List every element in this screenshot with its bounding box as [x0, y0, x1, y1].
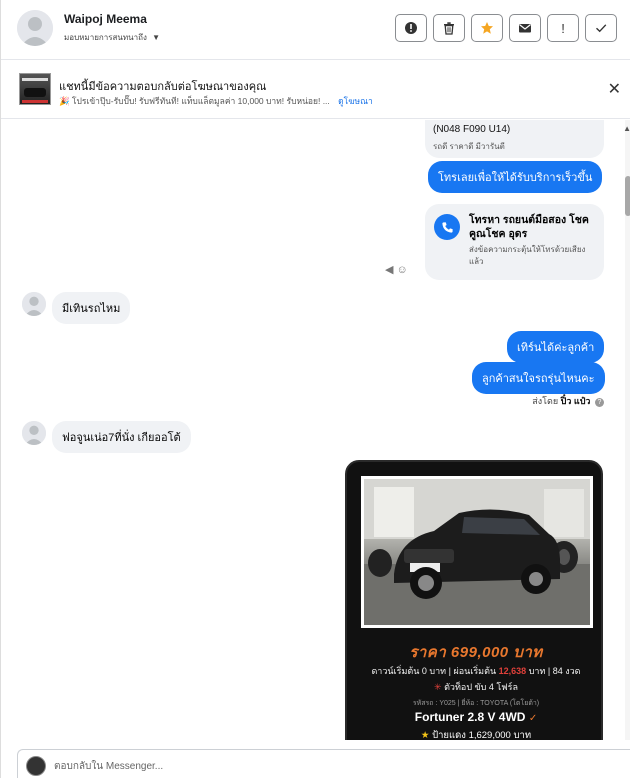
page-avatar [26, 756, 46, 776]
conversation-header: Waipoj Meema มอบหมายการสนทนาถึง ▼ ! [1, 0, 630, 60]
trash-icon [444, 22, 454, 35]
assign-conversation-dropdown[interactable]: มอบหมายการสนทนาถึง ▼ [64, 31, 160, 44]
report-spam-button[interactable] [395, 14, 427, 42]
mark-done-button[interactable] [585, 14, 617, 42]
message-bubble-outgoing[interactable]: โทรเลยเพื่อให้ได้รับบริการเร็วขึ้น [428, 161, 603, 193]
car-photo [361, 476, 593, 628]
call-card-subtitle: ส่งข้อความกระตุ้นให้โทรด้วยเสียงแล้ว [469, 245, 586, 266]
sent-by-name: ปิ๋ว แป๋ว [560, 396, 591, 406]
ad-context-banner: แชทนี้มีข้อความตอบกลับต่อโฆษณาของคุณ 🎉 โ… [1, 61, 630, 119]
sent-by-prefix: ส่งโดย [532, 396, 559, 406]
ad-thumbnail[interactable] [19, 73, 51, 105]
scrollbar-thumb[interactable] [625, 176, 630, 216]
header-actions: ! [395, 14, 617, 42]
product-meta: รหัสรถ : Y025 | ยี่ห้อ : TOYOTA (โตโยต้า… [412, 700, 540, 707]
star-button[interactable] [471, 14, 503, 42]
product-price: ราคา 699,000 บาท [409, 644, 543, 661]
asterisk-icon: ✳ [434, 682, 442, 692]
chevron-down-icon: ▼ [152, 33, 161, 42]
product-plate-price: ★ ป้ายแดง 1,629,000 บาท [347, 728, 605, 740]
reply-input[interactable] [54, 758, 454, 774]
emoji-reaction-icon[interactable]: ☺ [397, 264, 408, 276]
message-composer [1, 741, 630, 778]
message-bubble-outgoing[interactable]: ลูกค้าสนใจรถรุ่นไหนคะ [472, 362, 605, 394]
exclamation-icon: ! [561, 20, 565, 36]
finance-line: ดาวน์เริ่มต้น 0 บาท | ผ่อนเริ่มต้น 12,63… [347, 664, 605, 678]
contact-avatar[interactable] [17, 10, 53, 46]
ad-reply-card: (N048 F090 U14) รถดี ราคาดี มีวารันตี [425, 120, 604, 158]
message-bubble-incoming[interactable]: ฟอจูนเน่อ7ที่นั่ง เกียออโต้ [52, 421, 191, 453]
check-icon [596, 24, 607, 33]
scrollbar[interactable]: ▲ [623, 120, 630, 740]
envelope-icon [519, 24, 531, 33]
assign-label: มอบหมายการสนทนาถึง [64, 33, 147, 42]
product-image-message[interactable]: ราคา 699,000 บาท ดาวน์เริ่มต้น 0 บาท | ผ… [345, 460, 603, 740]
feature-line: ✳ ตัวท็อป ขับ 4 โฟร์ล [347, 680, 605, 694]
delete-button[interactable] [433, 14, 465, 42]
feature-text: ตัวท็อป ขับ 4 โฟร์ล [444, 682, 518, 692]
ad-banner-description: 🎉 โปรเข้าปุ๊บ-รับปั๊บ! รับฟรีทันที! แท็บ… [59, 94, 373, 108]
call-card-title: โทรหา รถยนต์มือสอง โชคคูณโชค อุดร [469, 214, 589, 240]
phone-icon [434, 214, 460, 240]
star-icon [481, 22, 493, 34]
help-icon[interactable]: ? [595, 398, 604, 407]
plate-price-text: ป้ายแดง 1,629,000 บาท [432, 730, 532, 740]
message-actions: ◀ ☺ [385, 263, 408, 276]
alert-circle-icon [405, 22, 417, 34]
inbox-conversation-panel: Waipoj Meema มอบหมายการสนทนาถึง ▼ ! แชทน… [0, 0, 630, 778]
message-thread: (N048 F090 U14) รถดี ราคาดี มีวารันตี โท… [1, 120, 630, 740]
customer-avatar [22, 292, 46, 316]
product-model: Fortuner 2.8 V 4WD ✓ [347, 710, 605, 724]
star-icon: ★ [420, 730, 430, 740]
follow-up-button[interactable]: ! [547, 14, 579, 42]
product-model-text: Fortuner 2.8 V 4WD [414, 710, 526, 724]
customer-avatar [22, 421, 46, 445]
scroll-up-icon[interactable]: ▲ [623, 124, 630, 133]
message-bubble-outgoing[interactable]: เทิร์นได้ค่ะลูกค้า [507, 331, 605, 363]
reply-icon[interactable]: ◀ [385, 264, 393, 276]
finance-prefix: ดาวน์เริ่มต้น 0 บาท | ผ่อนเริ่มต้น [371, 666, 497, 676]
sent-by-label: ส่งโดย ปิ๋ว แป๋ว ? [532, 394, 604, 408]
call-prompt-card[interactable]: โทรหา รถยนต์มือสอง โชคคูณโชค อุดร ส่งข้อ… [425, 204, 604, 280]
finance-suffix: บาท | 84 งวด [528, 666, 581, 676]
ad-card-line2: รถดี ราคาดี มีวารันตี [433, 142, 505, 151]
composer-box[interactable] [17, 749, 630, 778]
close-icon[interactable]: ✕ [608, 82, 621, 98]
view-ad-link[interactable]: ดูโฆษณา [338, 96, 373, 106]
contact-name[interactable]: Waipoj Meema [64, 12, 147, 26]
finance-amount: 12,638 [498, 666, 527, 676]
ad-banner-title: แชทนี้มีข้อความตอบกลับต่อโฆษณาของคุณ [59, 81, 267, 93]
ad-description-text: 🎉 โปรเข้าปุ๊บ-รับปั๊บ! รับฟรีทันที! แท็บ… [59, 96, 330, 106]
verified-icon: ✓ [528, 713, 538, 724]
mark-unread-button[interactable] [509, 14, 541, 42]
ad-card-line1: (N048 F090 U14) [433, 124, 511, 135]
message-bubble-incoming[interactable]: มีเทินรถไหม [52, 292, 131, 324]
